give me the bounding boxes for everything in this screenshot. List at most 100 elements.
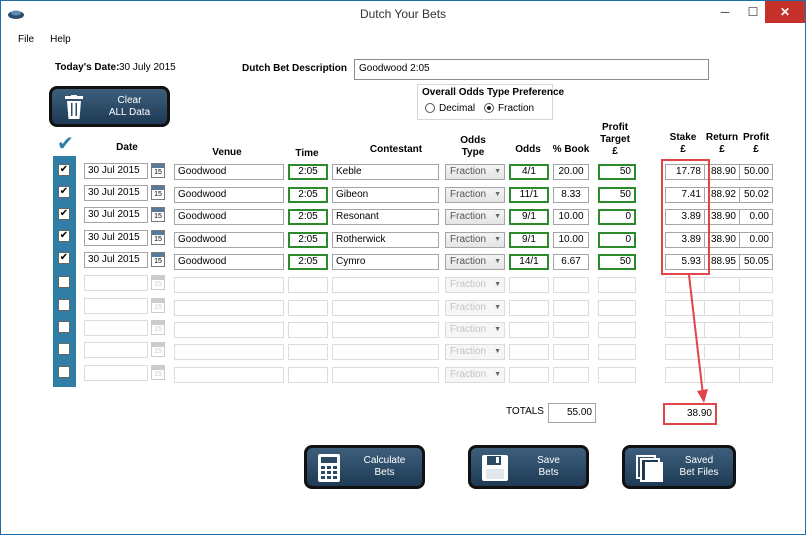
row-7-venue[interactable]: [174, 300, 284, 316]
row-1-calendar-icon[interactable]: 15: [151, 163, 165, 178]
row-8-date[interactable]: [84, 320, 148, 336]
row-10-date[interactable]: [84, 365, 148, 381]
row-5-contestant[interactable]: Cymro: [332, 254, 439, 270]
row-2-odds[interactable]: 11/1: [509, 187, 549, 203]
row-10-time[interactable]: [288, 367, 328, 383]
row-7-calendar-icon[interactable]: 15: [151, 298, 165, 313]
row-1-date[interactable]: 30 Jul 2015: [84, 163, 148, 179]
row-checkbox-10[interactable]: [58, 366, 70, 378]
row-3-contestant[interactable]: Resonant: [332, 209, 439, 225]
row-8-odds-type[interactable]: Fraction ▼: [445, 322, 505, 338]
row-5-venue[interactable]: Goodwood: [174, 254, 284, 270]
row-10-odds-type[interactable]: Fraction ▼: [445, 367, 505, 383]
row-9-contestant[interactable]: [332, 344, 439, 360]
row-2-contestant[interactable]: Gibeon: [332, 187, 439, 203]
maximize-button[interactable]: ☐: [739, 1, 767, 23]
row-3-odds-type[interactable]: Fraction ▼: [445, 209, 505, 225]
row-10-target[interactable]: [598, 367, 636, 383]
row-8-target[interactable]: [598, 322, 636, 338]
row-6-target[interactable]: [598, 277, 636, 293]
row-1-contestant[interactable]: Keble: [332, 164, 439, 180]
row-10-odds[interactable]: [509, 367, 549, 383]
row-9-date[interactable]: [84, 342, 148, 358]
row-9-venue[interactable]: [174, 344, 284, 360]
row-4-calendar-icon[interactable]: 15: [151, 230, 165, 245]
row-1-time[interactable]: 2:05: [288, 164, 328, 180]
row-5-target[interactable]: 50: [598, 254, 636, 270]
description-input[interactable]: Goodwood 2:05: [354, 59, 709, 80]
row-2-venue[interactable]: Goodwood: [174, 187, 284, 203]
row-3-time[interactable]: 2:05: [288, 209, 328, 225]
row-9-target[interactable]: [598, 344, 636, 360]
clear-all-data-button[interactable]: Clear ALL Data: [49, 86, 170, 127]
row-1-odds[interactable]: 4/1: [509, 164, 549, 180]
row-5-time[interactable]: 2:05: [288, 254, 328, 270]
row-6-venue[interactable]: [174, 277, 284, 293]
row-8-venue[interactable]: [174, 322, 284, 338]
row-1-venue[interactable]: Goodwood: [174, 164, 284, 180]
row-2-calendar-icon[interactable]: 15: [151, 185, 165, 200]
row-3-target[interactable]: 0: [598, 209, 636, 225]
row-9-calendar-icon[interactable]: 15: [151, 342, 165, 357]
row-10-venue[interactable]: [174, 367, 284, 383]
minimize-button[interactable]: ─: [711, 1, 739, 23]
row-4-odds-type[interactable]: Fraction ▼: [445, 232, 505, 248]
row-5-odds[interactable]: 14/1: [509, 254, 549, 270]
row-2-target[interactable]: 50: [598, 187, 636, 203]
row-checkbox-1[interactable]: ✔: [58, 164, 70, 176]
save-bets-button[interactable]: Save Bets: [468, 445, 589, 489]
row-9-time[interactable]: [288, 344, 328, 360]
row-4-date[interactable]: 30 Jul 2015: [84, 230, 148, 246]
row-4-odds[interactable]: 9/1: [509, 232, 549, 248]
row-8-time[interactable]: [288, 322, 328, 338]
row-1-odds-type[interactable]: Fraction ▼: [445, 164, 505, 180]
row-7-date[interactable]: [84, 298, 148, 314]
row-3-venue[interactable]: Goodwood: [174, 209, 284, 225]
row-3-date[interactable]: 30 Jul 2015: [84, 207, 148, 223]
row-6-calendar-icon[interactable]: 15: [151, 275, 165, 290]
row-7-contestant[interactable]: [332, 300, 439, 316]
row-6-odds-type[interactable]: Fraction ▼: [445, 277, 505, 293]
row-2-odds-type[interactable]: Fraction ▼: [445, 187, 505, 203]
row-5-calendar-icon[interactable]: 15: [151, 252, 165, 267]
row-1-target[interactable]: 50: [598, 164, 636, 180]
close-button[interactable]: ✕: [765, 1, 805, 23]
row-6-date[interactable]: [84, 275, 148, 291]
row-9-odds[interactable]: [509, 344, 549, 360]
row-4-venue[interactable]: Goodwood: [174, 232, 284, 248]
row-5-date[interactable]: 30 Jul 2015: [84, 252, 148, 268]
row-7-odds[interactable]: [509, 300, 549, 316]
row-10-contestant[interactable]: [332, 367, 439, 383]
menu-file[interactable]: File: [15, 33, 37, 49]
row-checkbox-5[interactable]: ✔: [58, 252, 70, 264]
row-3-calendar-icon[interactable]: 15: [151, 207, 165, 222]
row-6-contestant[interactable]: [332, 277, 439, 293]
row-checkbox-7[interactable]: [58, 299, 70, 311]
fraction-radio[interactable]: [484, 103, 494, 113]
row-checkbox-3[interactable]: ✔: [58, 208, 70, 220]
row-3-odds[interactable]: 9/1: [509, 209, 549, 225]
saved-bet-files-button[interactable]: Saved Bet Files: [622, 445, 736, 489]
row-6-odds[interactable]: [509, 277, 549, 293]
menu-help[interactable]: Help: [47, 33, 74, 49]
select-all-check-icon[interactable]: ✔: [57, 134, 74, 154]
decimal-radio[interactable]: [425, 103, 435, 113]
row-8-contestant[interactable]: [332, 322, 439, 338]
row-10-calendar-icon[interactable]: 15: [151, 365, 165, 380]
row-7-time[interactable]: [288, 300, 328, 316]
row-6-time[interactable]: [288, 277, 328, 293]
row-4-contestant[interactable]: Rotherwick: [332, 232, 439, 248]
row-checkbox-2[interactable]: ✔: [58, 186, 70, 198]
calculate-bets-button[interactable]: Calculate Bets: [304, 445, 425, 489]
row-2-time[interactable]: 2:05: [288, 187, 328, 203]
row-8-calendar-icon[interactable]: 15: [151, 320, 165, 335]
row-7-target[interactable]: [598, 300, 636, 316]
row-2-date[interactable]: 30 Jul 2015: [84, 185, 148, 201]
row-8-odds[interactable]: [509, 322, 549, 338]
row-4-time[interactable]: 2:05: [288, 232, 328, 248]
row-checkbox-6[interactable]: [58, 276, 70, 288]
row-5-odds-type[interactable]: Fraction ▼: [445, 254, 505, 270]
row-checkbox-9[interactable]: [58, 343, 70, 355]
row-checkbox-4[interactable]: ✔: [58, 230, 70, 242]
row-7-odds-type[interactable]: Fraction ▼: [445, 300, 505, 316]
